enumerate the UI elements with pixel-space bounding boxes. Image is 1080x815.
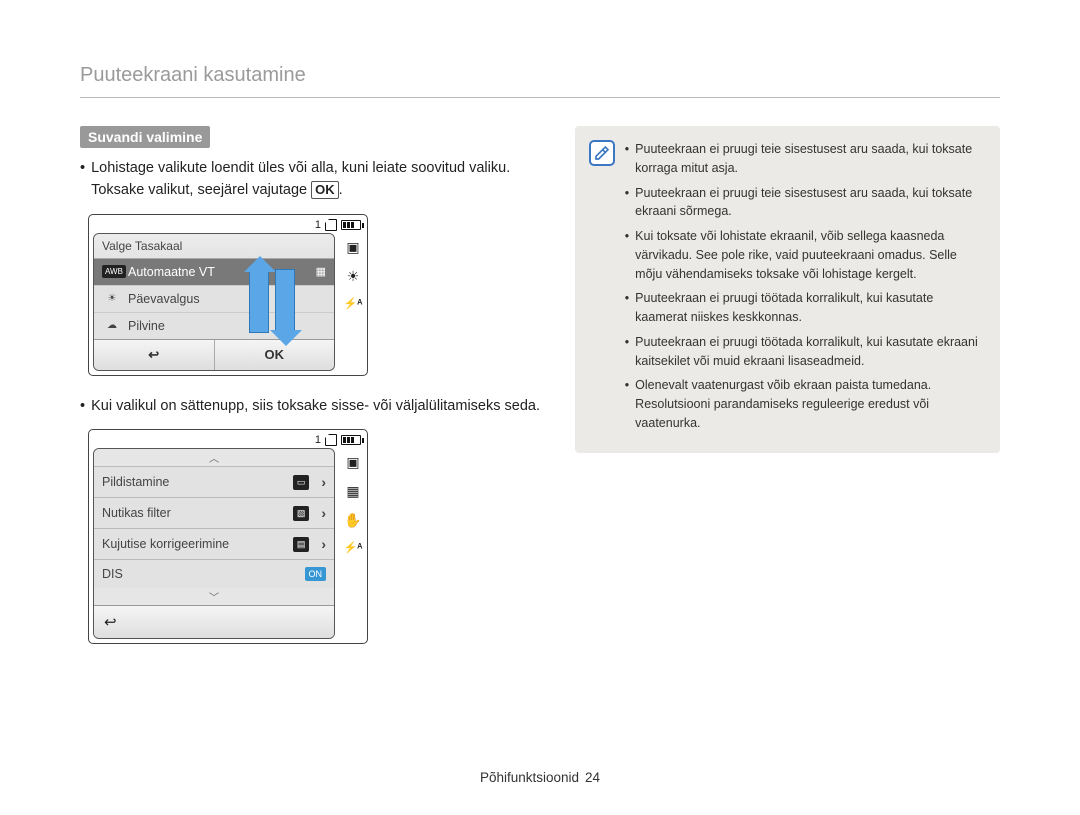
note-box: •Puuteekraan ei pruugi teie sisestusest … [575, 126, 1000, 453]
battery-icon [341, 220, 361, 230]
drag-indicator [249, 269, 295, 333]
awb-icon: AWB [102, 265, 126, 278]
list-item[interactable]: ☀ Päevavalgus [94, 285, 334, 312]
panel-title: Valge Tasakaal [94, 234, 334, 259]
filter-icon: ▧ [293, 506, 310, 521]
image-count: 1 [315, 219, 321, 231]
memory-icon: ▣ [346, 239, 359, 256]
list-item[interactable]: AWB Automaatne VT ▦ [94, 259, 334, 285]
brightness-icon: ☀ [347, 268, 360, 285]
sd-card-icon [325, 219, 337, 231]
mid-text: • Kui valikul on sättenupp, siis toksake… [80, 396, 545, 418]
cloud-icon: ☁ [102, 320, 122, 331]
sd-card-icon [325, 434, 337, 446]
adjust-icon: ▤ [293, 537, 310, 552]
note-item: •Puuteekraan ei pruugi töötada korraliku… [625, 289, 984, 327]
sun-icon: ☀ [102, 293, 122, 304]
ok-inline-icon: OK [311, 181, 339, 199]
image-count: 1 [315, 434, 321, 446]
setting-row[interactable]: Kujutise korrigeerimine ▤ › [94, 528, 334, 559]
resolution-icon: ▭ [293, 475, 310, 490]
section-heading: Suvandi valimine [80, 126, 210, 148]
back-button[interactable]: ↩ [94, 605, 334, 638]
chevron-right-icon: › [321, 474, 326, 490]
chevron-right-icon: › [321, 505, 326, 521]
note-item: •Puuteekraan ei pruugi teie sisestusest … [625, 184, 984, 222]
page-title: Puuteekraani kasutamine [80, 64, 1000, 98]
note-item: •Olenevalt vaatenurgast võib ekraan pais… [625, 376, 984, 432]
resolution-side-icon: ▦ [346, 483, 359, 500]
rating-icon: ▦ [316, 265, 326, 278]
chevron-right-icon: › [321, 536, 326, 552]
toggle-on[interactable]: ON [305, 567, 327, 581]
battery-icon [341, 435, 361, 445]
note-item: •Puuteekraan ei pruugi töötada korraliku… [625, 333, 984, 371]
stabilization-icon: ✋ [344, 512, 361, 529]
back-button[interactable]: ↩ [94, 340, 215, 370]
note-item: •Kui toksate või lohistate ekraanil, või… [625, 227, 984, 283]
note-item: •Puuteekraan ei pruugi teie sisestusest … [625, 140, 984, 178]
scroll-down-icon[interactable]: ﹀ [94, 588, 334, 605]
camera-screen-white-balance: 1 Valge Tasakaal AWB Automaatne VT ▦ [88, 214, 368, 376]
intro-text: • Lohistage valikute loendit üles või al… [80, 158, 545, 202]
scroll-up-icon[interactable]: ︿ [94, 449, 334, 466]
flash-auto-icon: ⚡ᴬ [343, 297, 362, 310]
page-footer: Põhifunktsioonid24 [0, 770, 1080, 785]
note-icon [589, 140, 615, 166]
setting-row[interactable]: Nutikas filter ▧ › [94, 497, 334, 528]
memory-icon: ▣ [346, 454, 359, 471]
camera-screen-settings: 1 ︿ Pildistamine ▭ › [88, 429, 368, 644]
flash-auto-icon: ⚡ᴬ [343, 541, 362, 554]
setting-row[interactable]: DIS ON [94, 559, 334, 588]
setting-row[interactable]: Pildistamine ▭ › [94, 466, 334, 497]
